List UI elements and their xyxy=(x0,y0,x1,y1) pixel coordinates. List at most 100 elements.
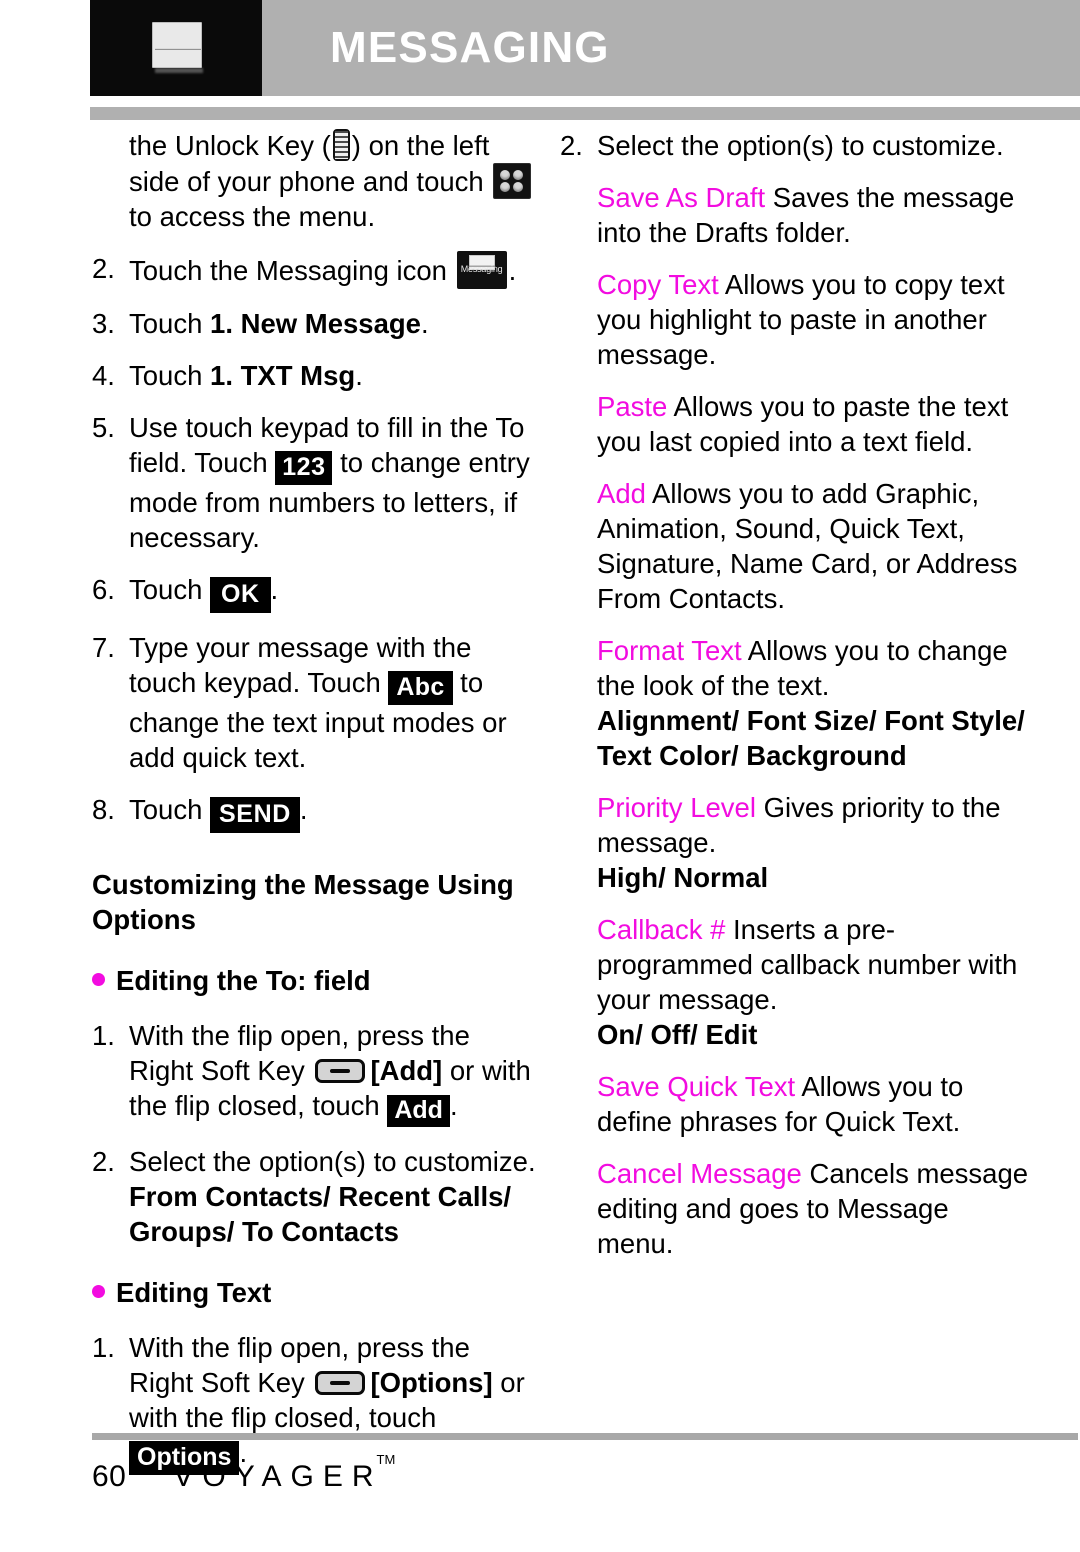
step-text-after: to access the menu. xyxy=(129,201,376,232)
right-column: 2. Select the option(s) to customize. Sa… xyxy=(560,128,1030,1278)
step-text-before: Touch xyxy=(129,360,211,391)
option-paste: Paste Allows you to paste the text you l… xyxy=(560,389,1030,459)
step-text: Use touch keypad to fill in the To field… xyxy=(129,410,540,555)
step-indent-spacer xyxy=(560,476,597,616)
step-text-after: . xyxy=(508,255,517,286)
page-footer: 60 VOYAGERTM xyxy=(92,1452,401,1494)
soft-key-label-options: [Options] xyxy=(370,1367,493,1398)
option-term: Copy Text xyxy=(597,269,719,300)
step-number: 2. xyxy=(92,1146,115,1177)
step-4: 4. Touch 1. TXT Msg. xyxy=(92,358,540,393)
option-body: Callback # Inserts a pre-programmed call… xyxy=(597,912,1030,1052)
step-text: Touch the Messaging icon Messaging. xyxy=(129,251,540,289)
right-step-2: 2. Select the option(s) to customize. xyxy=(560,128,1030,163)
envelope-shadow xyxy=(155,68,203,73)
option-term: Priority Level xyxy=(597,792,756,823)
option-body: Save Quick Text Allows you to define phr… xyxy=(597,1069,1030,1139)
messaging-icon-label: Messaging xyxy=(460,264,503,274)
option-body: Format Text Allows you to change the loo… xyxy=(597,633,1030,773)
soft-key-icon xyxy=(315,1059,366,1083)
option-term: Add xyxy=(597,478,646,509)
step-2: 2. Touch the Messaging icon Messaging. xyxy=(92,251,540,289)
step-text: With the flip open, press the Right Soft… xyxy=(129,1018,540,1127)
step-text-after: . xyxy=(355,360,363,391)
step-number: 8. xyxy=(92,794,115,825)
step-text: Select the option(s) to customize. From … xyxy=(129,1144,540,1249)
option-format-text: Format Text Allows you to change the loo… xyxy=(560,633,1030,773)
option-term: Save Quick Text xyxy=(597,1071,796,1102)
badge-abc-key: Abc xyxy=(388,671,453,705)
step-text-after: . xyxy=(299,794,308,825)
brand-name: VOYAGER xyxy=(173,1460,383,1493)
step-number: 5. xyxy=(92,412,115,443)
section-heading: Customizing the Message Using Options xyxy=(92,869,514,935)
page-header: MESSAGING xyxy=(0,0,1080,96)
step-indent-spacer xyxy=(560,180,597,250)
step-indent-spacer xyxy=(560,389,597,459)
step-number: 6. xyxy=(92,574,115,605)
step-text-before: Touch xyxy=(129,794,211,825)
editing-to-field-step-1: 1. With the flip open, press the Right S… xyxy=(92,1018,540,1127)
option-body: Paste Allows you to paste the text you l… xyxy=(597,389,1030,459)
editing-to-field-step-2: 2. Select the option(s) to customize. Fr… xyxy=(92,1144,540,1249)
option-priority-level: Priority Level Gives priority to the mes… xyxy=(560,790,1030,895)
step-number: 2. xyxy=(560,130,583,161)
step-text: Touch SEND. xyxy=(129,792,540,833)
option-save-as-draft: Save As Draft Saves the message into the… xyxy=(560,180,1030,250)
option-term: Save As Draft xyxy=(597,182,766,213)
option-body: Priority Level Gives priority to the mes… xyxy=(597,790,1030,895)
footer-rule xyxy=(92,1433,1078,1440)
bullet-dot-icon xyxy=(92,973,105,986)
step-text: Select the option(s) to customize. xyxy=(597,130,1004,161)
step-6: 6. Touch OK. xyxy=(92,572,540,613)
step-number xyxy=(92,128,129,234)
step-indent-spacer xyxy=(560,912,597,1052)
step-indent-spacer xyxy=(560,790,597,895)
step-number: 3. xyxy=(92,308,115,339)
editing-text-step-1: 1. With the flip open, press the Right S… xyxy=(92,1330,540,1475)
step-text-before: the Unlock Key ( xyxy=(129,130,331,161)
step-3: 3. Touch 1. New Message. xyxy=(92,306,540,341)
envelope-icon xyxy=(152,22,204,73)
option-save-quick-text: Save Quick Text Allows you to define phr… xyxy=(560,1069,1030,1139)
step-text-after: . xyxy=(420,308,429,339)
step-text-before: Touch the Messaging icon xyxy=(129,255,455,286)
option-body: Copy Text Allows you to copy text you hi… xyxy=(597,267,1030,372)
step-text: Touch OK. xyxy=(129,572,540,613)
envelope-body xyxy=(152,22,202,68)
subsection-title: Editing the To: field xyxy=(116,965,371,996)
step-continuation: the Unlock Key () on the left side of yo… xyxy=(92,128,540,234)
option-add: Add Allows you to add Graphic, Animation… xyxy=(560,476,1030,616)
step-text-after: . xyxy=(270,574,279,605)
option-term: Paste xyxy=(597,391,668,422)
badge-ok-key: OK xyxy=(210,577,271,613)
step-7: 7. Type your message with the touch keyp… xyxy=(92,630,540,775)
step-number: 2. xyxy=(92,253,115,284)
unlock-key-icon xyxy=(332,129,350,161)
step-text: With the flip open, press the Right Soft… xyxy=(129,1330,540,1475)
step-5: 5. Use touch keypad to fill in the To fi… xyxy=(92,410,540,555)
menu-grid-icon xyxy=(493,163,532,199)
option-description: Allows you to add Graphic, Animation, So… xyxy=(597,478,1018,614)
subsection-heading-editing-text: Editing Text xyxy=(92,1275,540,1310)
suboptions-list: Alignment/ Font Size/ Font Style/ Text C… xyxy=(597,705,1025,771)
step-number: 1. xyxy=(92,1332,115,1363)
option-body: Save As Draft Saves the message into the… xyxy=(597,180,1030,250)
messaging-app-icon: Messaging xyxy=(456,251,507,289)
subsection-heading-editing-to-field: Editing the To: field xyxy=(92,963,540,998)
envelope-flap xyxy=(155,24,201,50)
step-number: 7. xyxy=(92,632,115,663)
menu-item-new-message: 1. New Message xyxy=(210,308,421,339)
header-icon-box xyxy=(90,0,262,96)
suboptions-list: From Contacts/ Recent Calls/ Groups/ To … xyxy=(129,1181,512,1247)
subsection-title: Editing Text xyxy=(116,1277,272,1308)
step-number: 1. xyxy=(92,1020,115,1051)
left-column: the Unlock Key () on the left side of yo… xyxy=(92,128,540,1492)
header-rule xyxy=(90,107,1080,120)
option-body: Add Allows you to add Graphic, Animation… xyxy=(597,476,1030,616)
badge-add-key: Add xyxy=(387,1095,450,1127)
step-text-before: Touch xyxy=(129,574,211,605)
step-indent-spacer xyxy=(560,267,597,372)
brand-logo: VOYAGERTM xyxy=(173,1452,401,1494)
trademark-symbol: TM xyxy=(376,1452,396,1467)
